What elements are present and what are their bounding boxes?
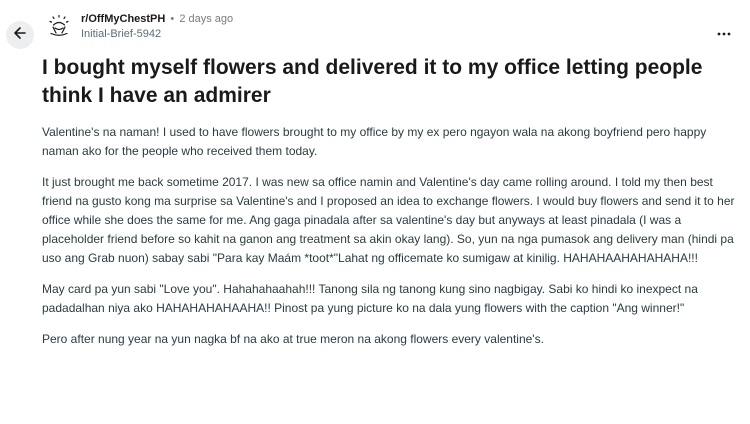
arrow-left-icon <box>12 25 28 46</box>
more-options-icon <box>716 26 732 47</box>
post-paragraph: Valentine's na naman! I used to have flo… <box>42 125 707 158</box>
subreddit-name[interactable]: r/OffMyChestPH <box>81 13 165 25</box>
post-time: 2 days ago <box>179 13 234 25</box>
post-body: Valentine's na naman! I used to have flo… <box>42 123 742 361</box>
author-name[interactable]: Initial-Brief-5942 <box>81 27 233 42</box>
post-paragraph: May card pa yun sabi "Love you". Hahahah… <box>42 282 698 315</box>
post-meta: r/OffMyChestPH • 2 days ago Initial-Brie… <box>81 12 233 42</box>
post-paragraph: It just brought me back sometime 2017. I… <box>42 175 735 265</box>
subreddit-icon[interactable] <box>47 14 71 38</box>
post-title: I bought myself flowers and delivered it… <box>42 56 703 107</box>
more-options-button[interactable] <box>714 26 734 46</box>
post-paragraph: Pero after nung year na yun nagka bf na … <box>42 332 544 346</box>
meta-separator: • <box>170 13 175 25</box>
back-button[interactable] <box>6 21 34 49</box>
